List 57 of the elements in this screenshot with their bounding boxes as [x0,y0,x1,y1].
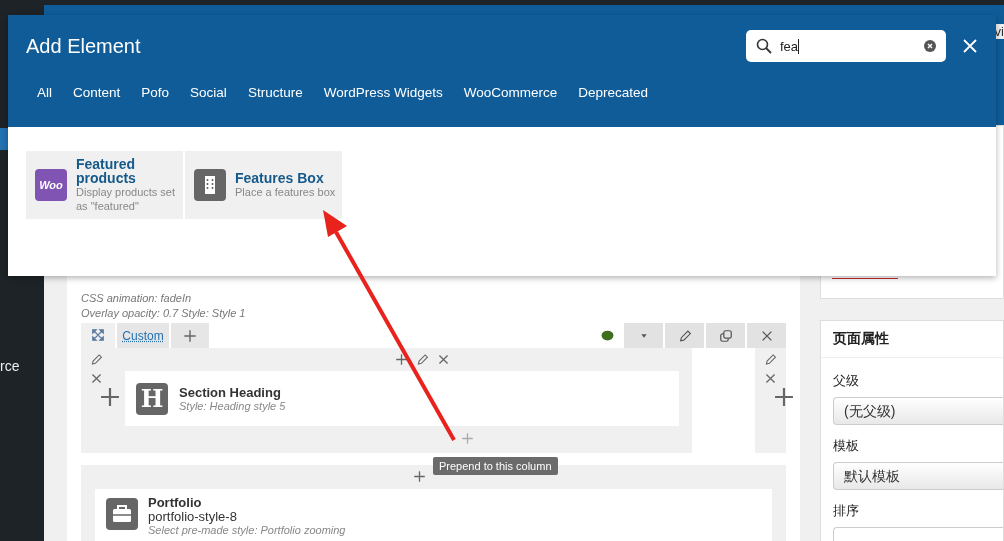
pencil-icon[interactable] [90,353,103,366]
column-handle[interactable] [755,348,786,453]
element-subtitle: Style: Heading style 5 [179,400,286,412]
element-option[interactable]: Features Box Place a features box [185,151,342,219]
add-icon[interactable] [183,328,197,343]
category-tab[interactable]: WordPress Widgets [316,77,450,111]
select-field[interactable]: (无父级) [833,397,1003,425]
pencil-icon [677,328,692,343]
search-icon [756,38,772,54]
select-field[interactable]: 默认模板 [833,462,1003,490]
duplicate-button[interactable] [706,323,745,348]
category-tab[interactable]: Social [183,77,234,111]
field-label: 父级 [833,372,860,390]
search-field[interactable]: fea [746,30,946,62]
building-icon [194,169,226,201]
option-description: Place a features box [235,185,336,199]
option-description: Display products set as "featured" [76,186,177,213]
field-label: 排序 [833,502,860,520]
category-tab[interactable]: All [30,77,59,111]
option-title: Featured products [76,157,137,185]
pencil-icon[interactable] [764,353,777,366]
add-icon[interactable] [413,470,426,483]
layout-tab[interactable]: Custom [117,323,169,348]
element-style: portfolio-style-8 [148,510,238,524]
heading-icon: H [136,382,168,415]
element-title: Section Heading [179,385,282,400]
category-tab[interactable]: Content [66,77,128,111]
expand-icon[interactable] [81,323,115,348]
settings-note: CSS animation: fadeIn [81,291,193,306]
menu-label[interactable]: rce [0,358,44,374]
close-icon[interactable] [764,372,777,385]
clear-icon[interactable] [924,40,936,52]
category-tab[interactable]: Pofo [134,77,177,111]
add-icon[interactable] [99,386,121,408]
copy-icon [718,328,733,343]
element-title: Portfolio [148,496,203,510]
element-card[interactable]: Portfolio portfolio-style-8 Select pre-made style: Portfolio zooming [95,489,772,541]
close-icon[interactable] [90,372,103,385]
link-underline [832,278,898,279]
dialog-title: Add Element [26,34,142,58]
woo-icon: Woo [35,169,67,201]
field-label: 模板 [833,437,860,455]
option-title: Features Box [235,171,325,185]
briefcase-icon [106,498,138,530]
category-tab[interactable]: WooCommerce [456,77,565,111]
element-card[interactable]: H Section Heading Style: Heading style 5 [125,371,679,426]
close-icon[interactable] [436,353,450,366]
element-subtitle: Select pre-made style: Portfolio zooming [148,524,346,537]
add-icon[interactable] [773,386,795,408]
add-icon[interactable] [394,353,408,366]
box-title: 页面属性 [821,321,1003,358]
edit-button[interactable] [665,323,704,348]
category-tab[interactable]: Deprecated [571,77,656,111]
category-tab[interactable]: Structure [240,77,310,111]
tooltip: Prepend to this column [433,457,558,475]
pencil-icon[interactable] [415,353,429,366]
settings-note: Overlay opacity: 0.7 Style: Style 1 [81,306,247,321]
